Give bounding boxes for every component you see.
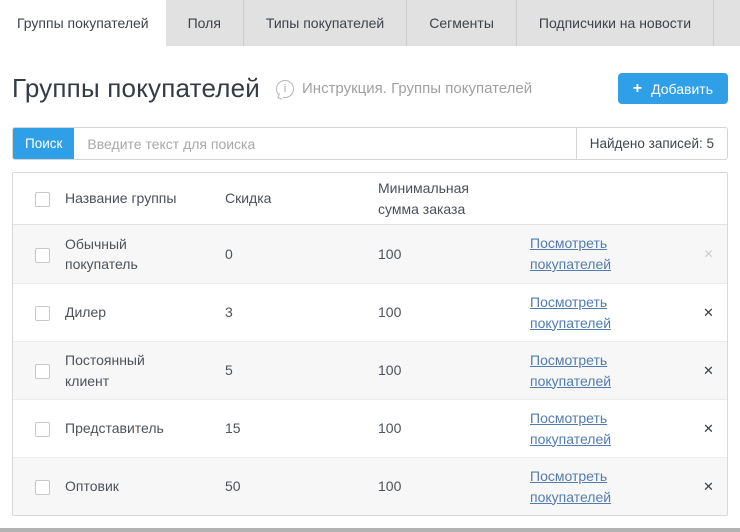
group-min-order: 100	[372, 302, 524, 322]
view-customers-link[interactable]: Посмотреть покупателей	[530, 350, 642, 392]
group-name: Постоянный клиент	[59, 350, 219, 391]
delete-icon[interactable]: ✕	[703, 480, 714, 493]
delete-icon[interactable]: ✕	[703, 422, 714, 435]
horizontal-scrollbar[interactable]	[0, 528, 740, 532]
buyer-groups-table: Название группы Скидка Минимальная сумма…	[12, 172, 728, 516]
search-button[interactable]: Поиск	[13, 128, 74, 159]
row-checkbox[interactable]	[35, 248, 50, 263]
delete-icon[interactable]: ✕	[703, 364, 714, 377]
delete-icon[interactable]: ✕	[703, 306, 714, 319]
view-customers-link[interactable]: Посмотреть покупателей	[530, 233, 642, 275]
instruction-label: Инструкция. Группы покупателей	[302, 80, 532, 97]
select-all-checkbox[interactable]	[35, 192, 50, 207]
column-header-discount: Скидка	[219, 188, 372, 208]
results-count: Найдено записей: 5	[576, 128, 727, 159]
view-customers-link[interactable]: Посмотреть покупателей	[530, 466, 642, 508]
plus-icon: +	[633, 81, 642, 97]
delete-icon: ✕	[703, 248, 713, 260]
tab-fields[interactable]: Поля	[166, 0, 243, 46]
tab-buyer-types[interactable]: Типы покупателей	[243, 0, 406, 46]
tab-segments[interactable]: Сегменты	[406, 0, 516, 46]
page-content: Группы покупателей i Инструкция. Группы …	[0, 73, 740, 516]
tab-filler	[713, 0, 740, 46]
search-bar: Поиск Найдено записей: 5	[12, 127, 728, 160]
group-discount: 3	[219, 302, 372, 322]
view-customers-link[interactable]: Посмотреть покупателей	[530, 292, 642, 334]
group-discount: 15	[219, 418, 372, 438]
add-button[interactable]: + Добавить	[618, 73, 728, 104]
table-row: Представитель 15 100 Посмотреть покупате…	[13, 399, 727, 457]
search-input[interactable]	[74, 128, 575, 159]
group-discount: 5	[219, 360, 372, 380]
group-name: Обычный покупатель	[59, 234, 219, 275]
group-discount: 50	[219, 476, 372, 496]
table-row: Постоянный клиент 5 100 Посмотреть покуп…	[13, 341, 727, 399]
column-header-name: Название группы	[59, 188, 219, 208]
tab-news-subscribers[interactable]: Подписчики на новости	[516, 0, 713, 46]
group-min-order: 100	[372, 476, 524, 496]
row-checkbox[interactable]	[35, 306, 50, 321]
group-min-order: 100	[372, 244, 524, 264]
row-checkbox[interactable]	[35, 422, 50, 437]
view-customers-link[interactable]: Посмотреть покупателей	[530, 408, 642, 450]
group-name: Дилер	[59, 302, 219, 322]
instruction-link[interactable]: i Инструкция. Группы покупателей	[276, 80, 532, 98]
table-row: Дилер 3 100 Посмотреть покупателей ✕	[13, 283, 727, 341]
info-icon: i	[276, 80, 294, 98]
app-window: Группы покупателей Поля Типы покупателей…	[0, 0, 740, 532]
page-title: Группы покупателей	[12, 73, 260, 104]
add-button-label: Добавить	[651, 81, 713, 97]
group-name: Представитель	[59, 418, 219, 438]
column-header-min-order: Минимальная сумма заказа	[372, 178, 524, 219]
group-discount: 0	[219, 244, 372, 264]
table-row: Обычный покупатель 0 100 Посмотреть поку…	[13, 225, 727, 283]
tab-buyer-groups[interactable]: Группы покупателей	[0, 0, 166, 46]
tab-bar: Группы покупателей Поля Типы покупателей…	[0, 0, 740, 46]
table-row: Оптовик 50 100 Посмотреть покупателей ✕	[13, 457, 727, 515]
row-checkbox[interactable]	[35, 364, 50, 379]
page-header: Группы покупателей i Инструкция. Группы …	[12, 73, 728, 104]
group-min-order: 100	[372, 418, 524, 438]
row-checkbox[interactable]	[35, 480, 50, 495]
group-min-order: 100	[372, 360, 524, 380]
group-name: Оптовик	[59, 476, 219, 496]
table-header-row: Название группы Скидка Минимальная сумма…	[13, 173, 727, 225]
